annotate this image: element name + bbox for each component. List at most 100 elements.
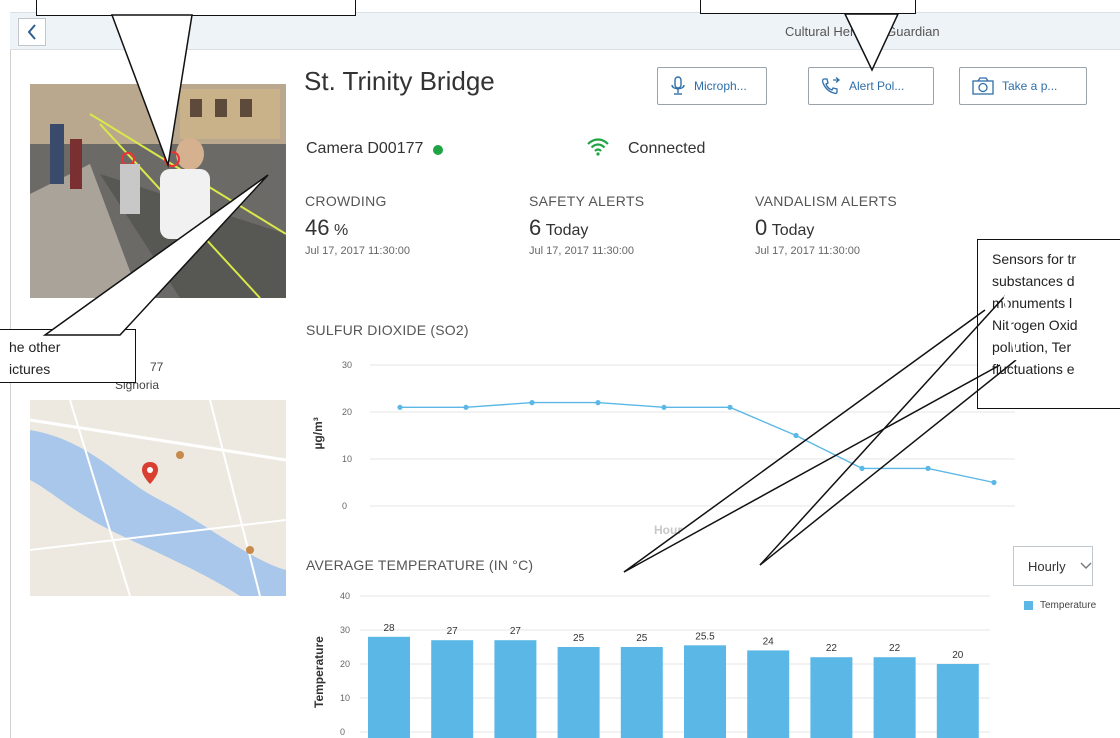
- bar-value-label: 25: [636, 633, 648, 644]
- callout-line: fluctuations e: [992, 361, 1075, 377]
- so2-data-point: [661, 404, 667, 410]
- bar-value-label: 28: [383, 623, 395, 634]
- callout-line: Sensors for tr: [992, 251, 1077, 267]
- y-tick-label: 0: [340, 727, 345, 737]
- temperature-bar: [368, 636, 410, 738]
- y-tick-label: 10: [342, 454, 352, 464]
- camera-status-dot: [433, 145, 443, 155]
- take-photo-button[interactable]: Take a p...: [959, 67, 1087, 105]
- bar-value-label: 25: [573, 633, 585, 644]
- temperature-bar: [620, 647, 663, 738]
- so2-data-point: [793, 432, 799, 439]
- so2-series-line: [400, 401, 995, 484]
- temperature-bar: [494, 640, 537, 738]
- kpi-safety-alerts[interactable]: SAFETY ALERTS 6 Today Jul 17, 2017 11:30…: [529, 193, 644, 257]
- bar-value-label: 27: [510, 626, 522, 637]
- take-photo-button-label: Take a p...: [1002, 79, 1058, 93]
- bar-value-label: 20: [952, 650, 964, 661]
- kpi-timestamp: Jul 17, 2017 11:30:00: [305, 245, 410, 257]
- wifi-icon: [587, 138, 609, 156]
- microphone-icon: [671, 76, 685, 95]
- so2-section-title: SULFUR DIOXIDE (SO2): [306, 322, 469, 338]
- kpi-unit: %: [333, 222, 349, 239]
- callout-left: he other ictures: [0, 329, 136, 383]
- chart-legend: Temperature: [1024, 600, 1096, 611]
- kpi-timestamp: Jul 17, 2017 11:30:00: [529, 245, 634, 257]
- callout-line: monuments l: [992, 295, 1073, 311]
- so2-data-point: [925, 465, 931, 471]
- temperature-bar: [810, 657, 853, 738]
- temperature-bar: [684, 645, 726, 738]
- so2-data-point: [727, 404, 733, 410]
- bar-value-label: 27: [447, 626, 459, 637]
- kpi-title: CROWDING: [305, 193, 387, 209]
- alert-police-button-label: Alert Pol...: [849, 79, 905, 93]
- callout-top-left: [36, 0, 356, 16]
- connection-status: Connected: [628, 140, 706, 157]
- temperature-bar: [936, 664, 979, 738]
- temperature-bar: [557, 647, 600, 738]
- so2-data-point: [397, 404, 403, 410]
- temperature-section-title: AVERAGE TEMPERATURE (IN °C): [306, 557, 534, 573]
- temperature-bar: [431, 640, 474, 738]
- legend-label: Temperature: [1040, 600, 1097, 611]
- camera-label: Camera D00177: [306, 140, 424, 157]
- kpi-title: SAFETY ALERTS: [529, 193, 645, 209]
- page-title: St. Trinity Bridge: [304, 66, 495, 96]
- y-tick-label: 40: [340, 591, 350, 601]
- callout-line: substances d: [992, 273, 1075, 289]
- so2-data-point: [859, 465, 865, 471]
- y-tick-label: 10: [340, 693, 350, 703]
- interval-select[interactable]: Hourly: [1013, 546, 1093, 586]
- kpi-value: 6: [529, 215, 542, 240]
- callout-line: Nitrogen Oxid: [992, 317, 1078, 333]
- kpi-unit: Today: [545, 222, 589, 239]
- callout-top-right: [700, 0, 916, 14]
- so2-data-point: [991, 479, 997, 486]
- frame-divider: [10, 50, 11, 738]
- camera-icon: [972, 77, 994, 95]
- app-title: Cultural Heritage Guardian: [785, 24, 940, 39]
- microphone-button[interactable]: Microph...: [657, 67, 767, 105]
- location-map[interactable]: [30, 400, 286, 596]
- kpi-vandalism-alerts[interactable]: VANDALISM ALERTS 0 Today Jul 17, 2017 11…: [755, 193, 897, 257]
- so2-data-point: [463, 404, 469, 410]
- back-button[interactable]: [18, 18, 46, 46]
- y-tick-label: 30: [340, 625, 350, 635]
- so2-data-point: [595, 400, 601, 406]
- kpi-unit: Today: [771, 222, 815, 239]
- alert-police-button[interactable]: Alert Pol...: [808, 67, 934, 105]
- microphone-button-label: Microph...: [694, 79, 747, 93]
- x-axis-label: Hour: [654, 523, 682, 537]
- kpi-title: VANDALISM ALERTS: [755, 193, 897, 209]
- interval-select-value: Hourly: [1028, 558, 1066, 574]
- app-header: Cultural Heritage Guardian: [10, 12, 1120, 50]
- temperature-bar: [873, 657, 916, 738]
- camera-photo[interactable]: [30, 84, 286, 298]
- callout-left-line: he other: [9, 339, 61, 355]
- bar-value-label: 22: [826, 643, 838, 654]
- callout-sensors-note: Sensors for tr substances d monuments l …: [977, 239, 1120, 409]
- temperature-bar: [747, 650, 790, 738]
- kpi-value: 46: [305, 215, 330, 240]
- y-tick-label: 20: [340, 659, 350, 669]
- chevron-left-icon: [27, 24, 36, 40]
- temperature-bar-chart: 0 10 20 30 40 Temperature 28 27 27 25 25 25.5 24 22 22…: [312, 591, 990, 738]
- y-axis-label: µg/m³: [311, 417, 325, 449]
- phone-forward-icon: [821, 77, 841, 95]
- so2-data-point: [529, 400, 535, 406]
- bar-value-label: 25.5: [695, 631, 715, 642]
- camera-caption-id: 77: [150, 360, 164, 374]
- kpi-timestamp: Jul 17, 2017 11:30:00: [755, 245, 860, 257]
- bar-value-label: 24: [763, 636, 775, 647]
- y-tick-label: 20: [342, 407, 352, 417]
- callout-line: pollution, Ter: [992, 339, 1072, 355]
- chevron-down-icon: [1080, 562, 1092, 569]
- kpi-value: 0: [755, 215, 768, 240]
- legend-swatch: [1024, 601, 1033, 610]
- y-tick-label: 0: [342, 501, 347, 511]
- bar-value-label: 22: [889, 643, 901, 654]
- y-tick-label: 30: [342, 360, 352, 370]
- so2-line-chart: 0 10 20 30 µg/m³ Hour: [311, 360, 1015, 537]
- callout-left-line: ictures: [9, 361, 51, 377]
